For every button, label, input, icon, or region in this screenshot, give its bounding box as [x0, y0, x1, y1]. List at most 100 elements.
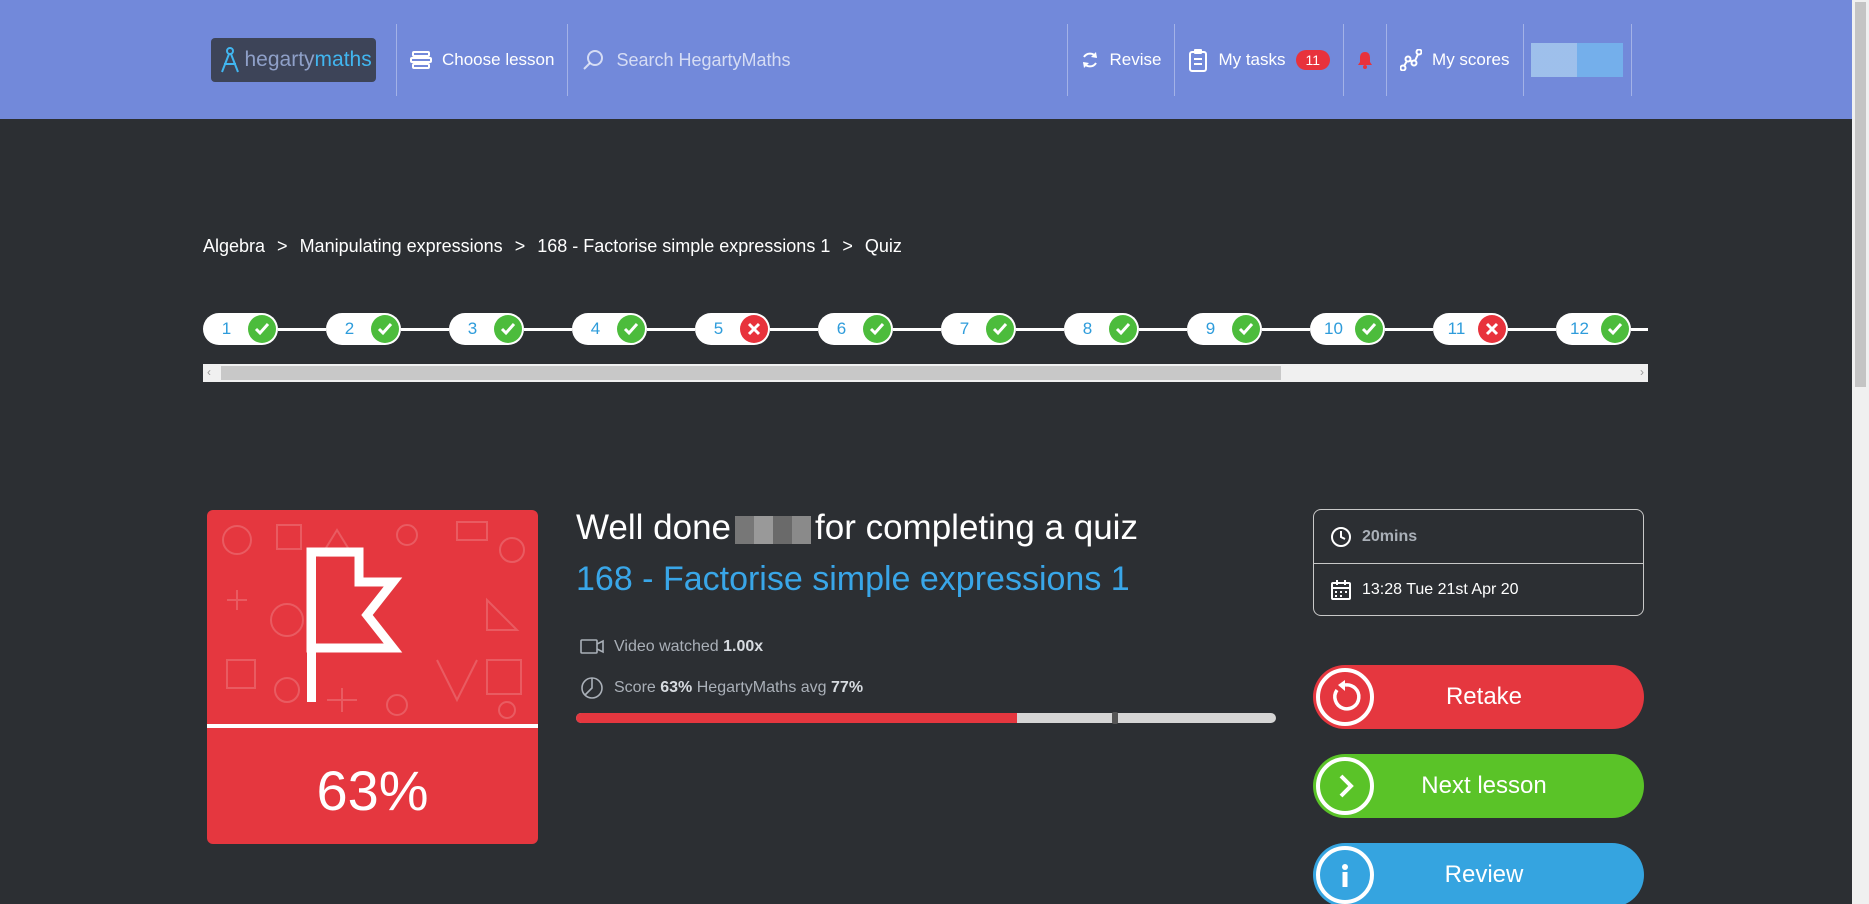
avatar — [1531, 43, 1624, 77]
question-step-11[interactable]: 11 — [1433, 313, 1508, 345]
question-number: 10 — [1324, 319, 1343, 338]
next-lesson-label: Next lesson — [1421, 772, 1547, 799]
retake-label: Retake — [1445, 683, 1523, 710]
check-icon — [248, 315, 276, 343]
question-step-9[interactable]: 9 — [1187, 313, 1262, 345]
choose-lesson-button[interactable]: Choose lesson — [397, 24, 569, 96]
question-step-6[interactable]: 6 — [818, 313, 893, 345]
breadcrumb-item-current: Quiz — [864, 236, 902, 256]
scroll-left-icon[interactable]: ‹ — [207, 365, 211, 379]
compass-icon — [220, 47, 239, 73]
my-tasks-label: My tasks — [1218, 50, 1286, 69]
score-value: 63% — [660, 679, 693, 696]
calendar-icon — [1331, 580, 1351, 600]
profile-button[interactable] — [1524, 24, 1632, 96]
check-icon — [1601, 315, 1629, 343]
flag-icon — [306, 547, 403, 702]
step-connector — [1631, 328, 1648, 331]
headline-pre: Well done — [576, 508, 732, 547]
datetime-row: 13:28 Tue 21st Apr 20 — [1314, 563, 1643, 616]
horizontal-scrollbar[interactable]: ‹ › — [203, 364, 1648, 382]
horizontal-scrollbar-thumb[interactable] — [221, 366, 1281, 380]
duration-value: 20mins — [1362, 527, 1418, 545]
vertical-scrollbar-thumb[interactable] — [1855, 2, 1866, 387]
question-step-2[interactable]: 2 — [326, 313, 401, 345]
tasks-count-badge: 11 — [1295, 50, 1331, 70]
card-divider — [207, 724, 538, 728]
check-icon — [1109, 315, 1137, 343]
cross-icon — [740, 315, 768, 343]
scroll-right-icon[interactable]: › — [1640, 365, 1644, 379]
video-speed: 1.00x — [723, 638, 764, 655]
breadcrumb-separator: > — [842, 236, 853, 256]
question-number: 5 — [713, 319, 724, 338]
score-progress-bar — [576, 712, 1276, 724]
question-progress: 1 2 3 4 5 6 7 8 9 10 11 12 — [203, 313, 1648, 349]
my-scores-button[interactable]: My scores — [1387, 24, 1524, 96]
question-step-7[interactable]: 7 — [941, 313, 1016, 345]
score-label: Score — [614, 679, 656, 696]
question-number: 9 — [1205, 319, 1216, 338]
question-step-8[interactable]: 8 — [1064, 313, 1139, 345]
check-icon — [371, 315, 399, 343]
step-connector — [1508, 328, 1556, 331]
choose-lesson-label: Choose lesson — [442, 50, 555, 69]
hegartymaths-logo[interactable]: hegartymaths — [210, 38, 376, 82]
question-number: 7 — [959, 319, 970, 338]
breadcrumb-separator: > — [514, 236, 526, 256]
vertical-scrollbar[interactable] — [1852, 0, 1869, 904]
retake-icon — [1316, 668, 1374, 726]
question-step-12[interactable]: 12 — [1556, 313, 1631, 345]
step-connector — [278, 328, 326, 331]
question-number: 6 — [836, 319, 847, 338]
breadcrumb-item-lesson[interactable]: 168 - Factorise simple expressions 1 — [537, 236, 830, 257]
my-tasks-button[interactable]: My tasks 11 — [1175, 24, 1345, 96]
question-number: 1 — [221, 319, 232, 338]
search-icon — [583, 50, 604, 70]
step-connector — [524, 328, 572, 331]
duration-row: 20mins — [1314, 510, 1643, 563]
question-step-10[interactable]: 10 — [1310, 313, 1385, 345]
check-icon — [1355, 315, 1383, 343]
video-icon — [580, 639, 604, 654]
average-marker — [1112, 712, 1118, 724]
line-graph-icon — [1400, 49, 1423, 71]
question-number: 2 — [344, 319, 355, 338]
logo-container[interactable]: hegartymaths — [190, 24, 397, 96]
breadcrumb-item-unit[interactable]: Manipulating expressions — [300, 236, 503, 257]
breadcrumb-item-topic[interactable]: Algebra — [203, 236, 265, 257]
video-watched-row: Video watched 1.00x — [580, 638, 763, 656]
question-step-4[interactable]: 4 — [572, 313, 647, 345]
lesson-title[interactable]: 168 - Factorise simple expressions 1 — [576, 560, 1130, 599]
question-number: 3 — [467, 319, 478, 338]
review-button[interactable]: Review — [1313, 843, 1644, 904]
question-step-5[interactable]: 5 — [695, 313, 770, 345]
redacted-name — [735, 515, 812, 544]
question-step-3[interactable]: 3 — [449, 313, 524, 345]
logo-text: hegartymaths — [244, 48, 372, 71]
next-lesson-button[interactable]: Next lesson — [1313, 754, 1644, 818]
check-icon — [617, 315, 645, 343]
search-placeholder: Search HegartyMaths — [616, 49, 791, 70]
step-connector — [401, 328, 449, 331]
book-stack-icon — [410, 51, 432, 69]
retake-button[interactable]: Retake — [1313, 665, 1644, 729]
completion-headline: Well done for completing a quiz — [576, 508, 1138, 548]
cross-icon — [1478, 315, 1506, 343]
question-step-1[interactable]: 1 — [203, 313, 278, 345]
step-connector — [1385, 328, 1433, 331]
step-connector — [1139, 328, 1187, 331]
notifications-button[interactable] — [1344, 24, 1388, 96]
revise-button[interactable]: Revise — [1068, 24, 1176, 96]
revise-label: Revise — [1109, 50, 1162, 69]
score-percent: 63% — [316, 759, 429, 822]
check-icon — [494, 315, 522, 343]
search-input[interactable]: Search HegartyMaths — [568, 24, 1069, 96]
pie-chart-icon — [581, 677, 603, 699]
math-pattern-background — [222, 521, 525, 719]
breadcrumb: Algebra > Manipulating expressions > 168… — [203, 236, 902, 257]
question-number: 11 — [1447, 319, 1466, 338]
datetime-value: 13:28 Tue 21st Apr 20 — [1362, 581, 1519, 598]
refresh-icon — [1083, 52, 1098, 68]
result-card: 63% — [207, 510, 538, 844]
